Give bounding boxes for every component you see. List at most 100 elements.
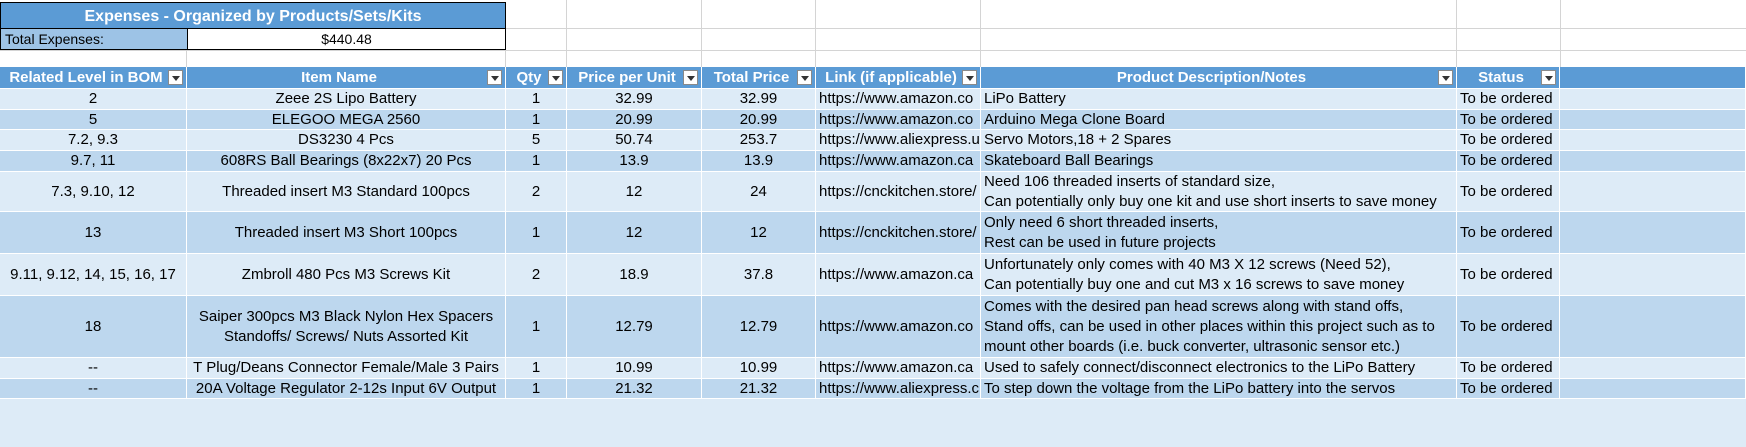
header-status[interactable]: Status: [1457, 67, 1560, 89]
total-price-cell[interactable]: 21.32: [702, 379, 816, 399]
price-per-unit-cell[interactable]: 21.32: [567, 379, 702, 399]
total-price-cell[interactable]: 13.9: [702, 151, 816, 172]
item-name-cell[interactable]: Zmbroll 480 Pcs M3 Screws Kit: [187, 254, 506, 296]
item-name-cell[interactable]: Threaded insert M3 Short 100pcs: [187, 212, 506, 254]
header-qty[interactable]: Qty: [506, 67, 567, 89]
table-row[interactable]: 7.2, 9.3 DS3230 4 Pcs 5 50.74 253.7 https://w…: [0, 130, 1746, 151]
filter-dropdown-icon[interactable]: [1438, 70, 1453, 85]
total-expenses-value[interactable]: $440.48: [187, 28, 506, 50]
status-cell[interactable]: To be ordered: [1457, 89, 1560, 110]
price-per-unit-cell[interactable]: 13.9: [567, 151, 702, 172]
price-per-unit-cell[interactable]: 12.79: [567, 296, 702, 358]
notes-cell[interactable]: Arduino Mega Clone Board: [981, 110, 1457, 130]
qty-cell[interactable]: 1: [506, 89, 567, 110]
header-price-per-unit[interactable]: Price per Unit: [567, 67, 702, 89]
qty-cell[interactable]: 1: [506, 110, 567, 130]
item-name-cell[interactable]: ELEGOO MEGA 2560: [187, 110, 506, 130]
notes-cell[interactable]: Comes with the desired pan head screws a…: [981, 296, 1457, 358]
status-cell[interactable]: To be ordered: [1457, 296, 1560, 358]
link-cell[interactable]: https://www.aliexpress.u: [816, 130, 981, 151]
status-cell[interactable]: To be ordered: [1457, 212, 1560, 254]
item-name-cell[interactable]: Zeee 2S Lipo Battery: [187, 89, 506, 110]
table-row[interactable]: 5 ELEGOO MEGA 2560 1 20.99 20.99 https://www.…: [0, 110, 1746, 130]
qty-cell[interactable]: 1: [506, 151, 567, 172]
status-cell[interactable]: To be ordered: [1457, 254, 1560, 296]
bom-level-cell[interactable]: 13: [0, 212, 187, 254]
price-per-unit-cell[interactable]: 12: [567, 212, 702, 254]
total-price-cell[interactable]: 10.99: [702, 358, 816, 379]
qty-cell[interactable]: 1: [506, 379, 567, 399]
status-cell[interactable]: To be ordered: [1457, 358, 1560, 379]
price-per-unit-cell[interactable]: 32.99: [567, 89, 702, 110]
link-cell[interactable]: https://www.amazon.co: [816, 296, 981, 358]
link-cell[interactable]: https://www.amazon.ca: [816, 151, 981, 172]
notes-cell[interactable]: Used to safely connect/disconnect electr…: [981, 358, 1457, 379]
item-name-cell[interactable]: 608RS Ball Bearings (8x22x7) 20 Pcs: [187, 151, 506, 172]
total-price-cell[interactable]: 253.7: [702, 130, 816, 151]
sheet-title[interactable]: Expenses - Organized by Products/Sets/Ki…: [0, 2, 506, 29]
link-cell[interactable]: https://cnckitchen.store/: [816, 172, 981, 212]
item-name-cell[interactable]: 20A Voltage Regulator 2-12s Input 6V Out…: [187, 379, 506, 399]
price-per-unit-cell[interactable]: 12: [567, 172, 702, 212]
header-total-price[interactable]: Total Price: [702, 67, 816, 89]
filter-dropdown-icon[interactable]: [962, 70, 977, 85]
filter-dropdown-icon[interactable]: [1541, 70, 1556, 85]
bom-level-cell[interactable]: 7.3, 9.10, 12: [0, 172, 187, 212]
table-row[interactable]: -- T Plug/Deans Connector Female/Male 3 P…: [0, 358, 1746, 379]
link-cell[interactable]: https://www.amazon.co: [816, 110, 981, 130]
bom-level-cell[interactable]: 2: [0, 89, 187, 110]
notes-cell[interactable]: Unfortunately only comes with 40 M3 X 12…: [981, 254, 1457, 296]
link-cell[interactable]: https://cnckitchen.store/: [816, 212, 981, 254]
item-name-cell[interactable]: DS3230 4 Pcs: [187, 130, 506, 151]
price-per-unit-cell[interactable]: 50.74: [567, 130, 702, 151]
filter-dropdown-icon[interactable]: [487, 70, 502, 85]
table-row[interactable]: 2 Zeee 2S Lipo Battery 1 32.99 32.99 https://…: [0, 89, 1746, 110]
filter-dropdown-icon[interactable]: [797, 70, 812, 85]
total-expenses-label[interactable]: Total Expenses:: [0, 28, 188, 50]
status-cell[interactable]: To be ordered: [1457, 151, 1560, 172]
bom-level-cell[interactable]: 5: [0, 110, 187, 130]
link-cell[interactable]: https://www.amazon.ca: [816, 358, 981, 379]
total-price-cell[interactable]: 24: [702, 172, 816, 212]
table-row[interactable]: 18 Saiper 300pcs M3 Black Nylon Hex Space…: [0, 296, 1746, 358]
qty-cell[interactable]: 1: [506, 212, 567, 254]
notes-cell[interactable]: Only need 6 short threaded inserts, Rest …: [981, 212, 1457, 254]
qty-cell[interactable]: 5: [506, 130, 567, 151]
status-cell[interactable]: To be ordered: [1457, 379, 1560, 399]
status-cell[interactable]: To be ordered: [1457, 110, 1560, 130]
status-cell[interactable]: To be ordered: [1457, 130, 1560, 151]
link-cell[interactable]: https://www.amazon.ca: [816, 254, 981, 296]
price-per-unit-cell[interactable]: 10.99: [567, 358, 702, 379]
notes-cell[interactable]: Skateboard Ball Bearings: [981, 151, 1457, 172]
filter-dropdown-icon[interactable]: [548, 70, 563, 85]
header-item-name[interactable]: Item Name: [187, 67, 506, 89]
filter-dropdown-icon[interactable]: [683, 70, 698, 85]
filter-dropdown-icon[interactable]: [168, 70, 183, 85]
item-name-cell[interactable]: Saiper 300pcs M3 Black Nylon Hex Spacers…: [187, 296, 506, 358]
total-price-cell[interactable]: 12: [702, 212, 816, 254]
bom-level-cell[interactable]: 7.2, 9.3: [0, 130, 187, 151]
qty-cell[interactable]: 2: [506, 172, 567, 212]
bom-level-cell[interactable]: 9.7, 11: [0, 151, 187, 172]
table-row[interactable]: -- 20A Voltage Regulator 2-12s Input 6V O…: [0, 379, 1746, 399]
table-row[interactable]: 13 Threaded insert M3 Short 100pcs 1 12 12 ht…: [0, 212, 1746, 254]
bom-level-cell[interactable]: 18: [0, 296, 187, 358]
item-name-cell[interactable]: T Plug/Deans Connector Female/Male 3 Pai…: [187, 358, 506, 379]
bom-level-cell[interactable]: --: [0, 358, 187, 379]
bom-level-cell[interactable]: 9.11, 9.12, 14, 15, 16, 17: [0, 254, 187, 296]
spreadsheet-grid[interactable]: Expenses - Organized by Products/Sets/Ki…: [0, 0, 1746, 447]
bom-level-cell[interactable]: --: [0, 379, 187, 399]
link-cell[interactable]: https://www.aliexpress.c: [816, 379, 981, 399]
notes-cell[interactable]: Need 106 threaded inserts of standard si…: [981, 172, 1457, 212]
qty-cell[interactable]: 1: [506, 358, 567, 379]
price-per-unit-cell[interactable]: 20.99: [567, 110, 702, 130]
qty-cell[interactable]: 2: [506, 254, 567, 296]
notes-cell[interactable]: Servo Motors,18 + 2 Spares: [981, 130, 1457, 151]
header-notes[interactable]: Product Description/Notes: [981, 67, 1457, 89]
total-price-cell[interactable]: 12.79: [702, 296, 816, 358]
table-row[interactable]: 7.3, 9.10, 12 Threaded insert M3 Standard…: [0, 172, 1746, 212]
table-row[interactable]: 9.7, 11 608RS Ball Bearings (8x22x7) 20 P…: [0, 151, 1746, 172]
total-price-cell[interactable]: 37.8: [702, 254, 816, 296]
item-name-cell[interactable]: Threaded insert M3 Standard 100pcs: [187, 172, 506, 212]
table-row[interactable]: 9.11, 9.12, 14, 15, 16, 17 Zmbroll 480 Pc…: [0, 254, 1746, 296]
